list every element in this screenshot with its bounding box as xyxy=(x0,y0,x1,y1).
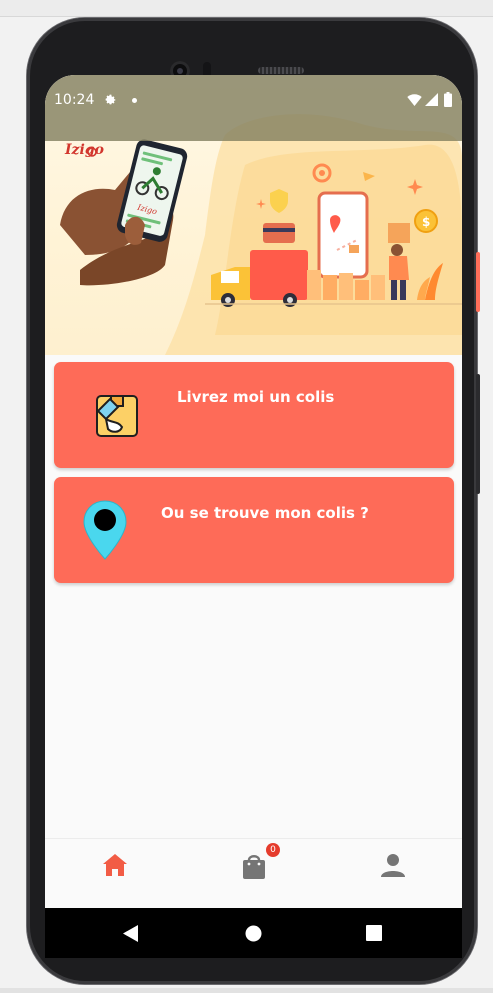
nav-profile[interactable] xyxy=(353,839,433,908)
nav-cart[interactable] xyxy=(214,839,294,908)
window-top-edge xyxy=(0,0,493,17)
gear-icon xyxy=(105,94,116,105)
home-icon xyxy=(103,854,127,876)
wifi-icon xyxy=(407,94,422,106)
nav-home[interactable] xyxy=(75,839,155,908)
track-parcel-label: Ou se trouve mon colis ? xyxy=(161,504,369,522)
track-parcel-card[interactable]: Ou se trouve mon colis ? xyxy=(54,477,454,583)
app-screen: 10:24 Izigo Izigo $ Livrez moi un colis … xyxy=(45,75,462,908)
shopping-bag-icon xyxy=(243,855,265,879)
earpiece-speaker xyxy=(258,67,304,74)
deliver-parcel-label: Livrez moi un colis xyxy=(177,388,335,406)
brand-logo: Izigo xyxy=(64,142,104,158)
status-bar: 10:24 xyxy=(45,75,462,141)
user-icon xyxy=(381,854,405,877)
cart-badge: 0 xyxy=(266,843,280,857)
bottom-navigation: 0 xyxy=(45,838,462,908)
package-hand-icon xyxy=(96,395,138,437)
status-time: 10:24 xyxy=(54,92,95,108)
power-button[interactable] xyxy=(476,252,480,312)
system-navigation-bar xyxy=(45,908,462,958)
svg-text:$: $ xyxy=(422,215,430,229)
deliver-parcel-card[interactable]: Livrez moi un colis xyxy=(54,362,454,468)
volume-button[interactable] xyxy=(476,374,480,494)
window-bottom-edge xyxy=(0,988,493,993)
home-button-icon[interactable] xyxy=(245,925,262,942)
map-pin-icon xyxy=(83,500,127,560)
battery-icon xyxy=(444,92,452,107)
notification-dot-icon xyxy=(132,98,137,103)
recents-icon[interactable] xyxy=(366,925,382,941)
signal-icon xyxy=(425,93,438,106)
back-icon[interactable] xyxy=(123,925,139,942)
